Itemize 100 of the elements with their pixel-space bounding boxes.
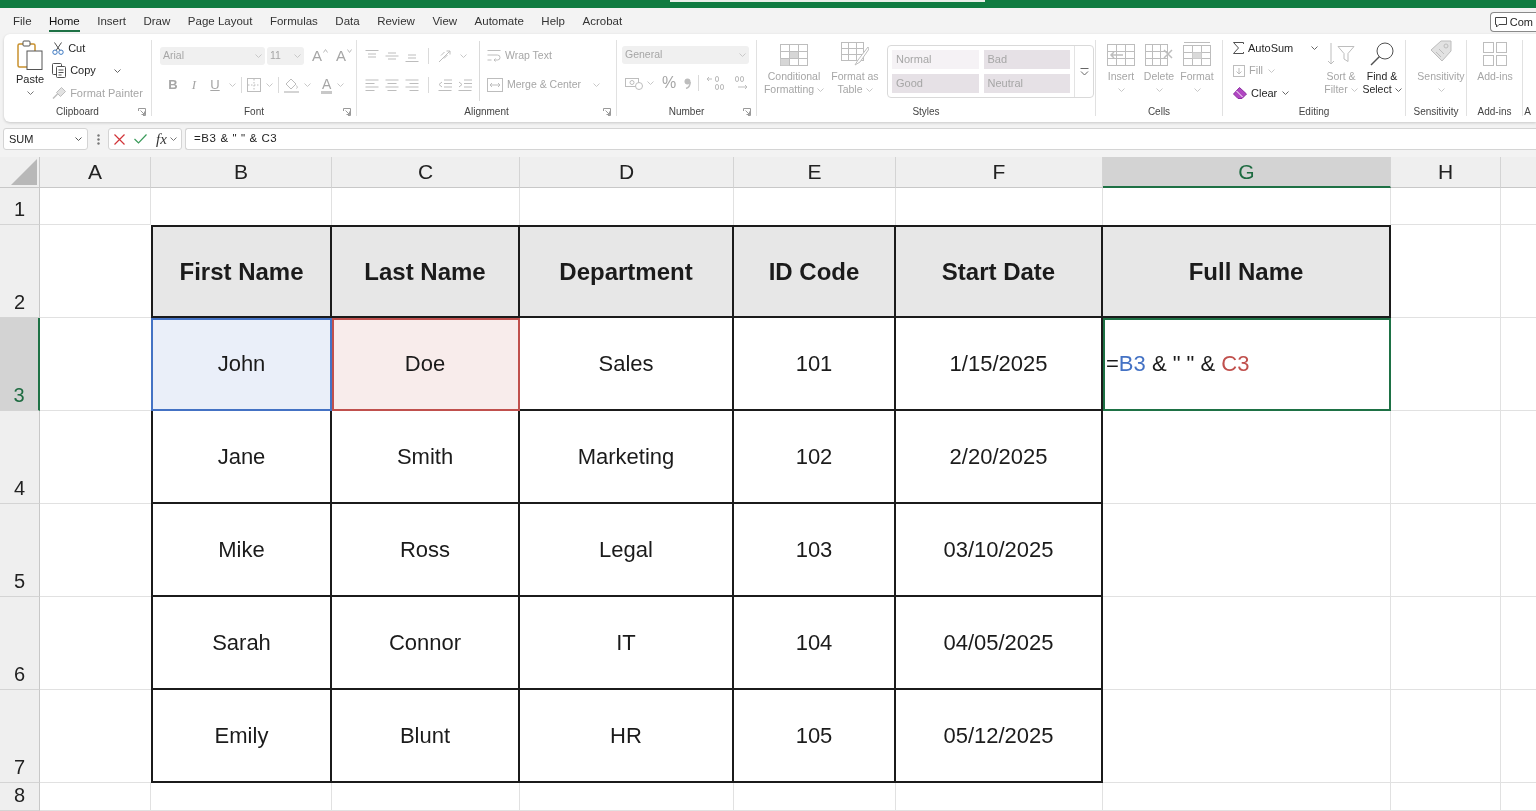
menu-tab[interactable]: Formulas <box>269 10 318 32</box>
table-cell: 102 <box>734 411 896 504</box>
caret-down-icon <box>1311 46 1319 50</box>
table-header-cell: Department <box>520 225 734 318</box>
menu-tab[interactable]: View <box>432 10 458 32</box>
menu-tab[interactable]: Page Layout <box>187 10 253 32</box>
table-cell: 1/15/2025 <box>896 318 1103 411</box>
column-header[interactable] <box>1501 157 1536 188</box>
table-brush-icon <box>841 42 869 66</box>
caret-down-icon <box>266 83 273 87</box>
clear-button[interactable]: Clear <box>1233 84 1321 102</box>
caret-down-icon <box>647 81 654 85</box>
column-header[interactable]: A <box>40 157 151 188</box>
eraser-icon <box>1233 87 1247 99</box>
table-cell: Legal <box>520 504 734 597</box>
row-header[interactable]: 4 <box>0 411 40 504</box>
comment-icon <box>1494 16 1507 28</box>
group-label: Font <box>244 105 264 118</box>
table-header-cell: First Name <box>151 225 332 318</box>
table-cell: Sales <box>520 318 734 411</box>
table-cell: 05/12/2025 <box>896 690 1103 783</box>
close-icon[interactable] <box>114 133 125 145</box>
caret-down-icon <box>739 53 746 57</box>
cut-button[interactable]: Cut <box>52 39 143 57</box>
row-header[interactable]: 3 <box>0 318 40 411</box>
caret-down-icon <box>304 83 311 87</box>
comments-button[interactable]: Com <box>1489 12 1536 32</box>
column-header[interactable]: D <box>520 157 734 188</box>
caret-down-icon <box>26 91 34 95</box>
caret-down-icon <box>1350 88 1358 93</box>
dialog-launcher-icon[interactable] <box>603 107 611 116</box>
column-header[interactable]: E <box>734 157 896 188</box>
scissors-icon <box>52 41 65 55</box>
table-header-cell: Start Date <box>896 225 1103 318</box>
caret-down-icon <box>865 88 873 93</box>
table-cell: Mike <box>151 504 332 597</box>
cell-editor[interactable]: =B3 & " " & C3 <box>1103 318 1391 411</box>
paintbrush-icon <box>52 87 67 99</box>
table-header-cell: Full Name <box>1103 225 1391 318</box>
insert-cells-icon <box>1107 44 1135 66</box>
table-cell: 101 <box>734 318 896 411</box>
table-cell: Connor <box>332 597 520 690</box>
search-icon <box>1370 42 1394 66</box>
dialog-launcher-icon[interactable] <box>343 107 351 116</box>
dialog-launcher-icon[interactable] <box>138 107 146 116</box>
group-label: A <box>1524 105 1531 118</box>
caret-down-icon <box>1394 88 1402 93</box>
menu-tab[interactable]: Insert <box>97 10 126 32</box>
name-box[interactable]: SUM <box>3 128 88 150</box>
menu-tab[interactable]: Data <box>335 10 360 32</box>
column-header[interactable]: B <box>151 157 332 188</box>
sigma-icon <box>1233 42 1244 54</box>
column-header[interactable]: C <box>332 157 520 188</box>
caret-up-icon <box>323 49 328 53</box>
paste-button[interactable]: Paste <box>16 39 45 104</box>
autosum-button[interactable]: AutoSum <box>1233 39 1321 57</box>
table-cell: Ross <box>332 504 520 597</box>
insert-function-button[interactable]: fx <box>156 131 167 147</box>
menu-tab[interactable]: File <box>13 10 32 32</box>
menu-tab[interactable]: Help <box>541 10 565 32</box>
group-label: Sensitivity <box>1413 105 1459 118</box>
caret-down-icon <box>229 83 236 87</box>
column-header[interactable]: F <box>896 157 1103 188</box>
menu-tab[interactable]: Automate <box>474 10 524 32</box>
table-cell: 03/10/2025 <box>896 504 1103 597</box>
check-icon[interactable] <box>134 134 147 144</box>
find-select-button[interactable]: Find & Select <box>1361 34 1403 104</box>
row-header[interactable]: 5 <box>0 504 40 597</box>
table-cell: 104 <box>734 597 896 690</box>
row-header[interactable]: 7 <box>0 690 40 783</box>
table-header-cell: Last Name <box>332 225 520 318</box>
menu-tab[interactable]: Home <box>49 10 80 32</box>
table-cell: Sarah <box>151 597 332 690</box>
row-header[interactable]: 2 <box>0 225 40 318</box>
menu-tab[interactable]: Acrobat <box>582 10 623 32</box>
caret-down-icon <box>817 88 825 93</box>
menu-tab[interactable]: Review <box>377 10 415 32</box>
table-cell: 103 <box>734 504 896 597</box>
caret-down-icon <box>1193 88 1201 92</box>
row-header[interactable]: 6 <box>0 597 40 690</box>
caret-down-icon <box>169 137 177 141</box>
table-cell: Blunt <box>332 690 520 783</box>
select-all-triangle-icon[interactable] <box>11 159 37 185</box>
wrap-text-icon <box>487 49 501 63</box>
table-cell: 105 <box>734 690 896 783</box>
gallery-more-icon[interactable] <box>1079 67 1089 76</box>
dialog-launcher-icon[interactable] <box>743 107 751 116</box>
formula-field[interactable]: =B3 & " " & C3 <box>185 128 1536 150</box>
row-header[interactable]: 1 <box>0 188 40 225</box>
row-header[interactable]: 8 <box>0 783 40 811</box>
menu-tab[interactable]: Draw <box>143 10 171 32</box>
column-header[interactable]: H <box>1391 157 1501 188</box>
table-cell: Doe <box>332 318 520 411</box>
table-cell: HR <box>520 690 734 783</box>
merge-cells-icon <box>487 78 503 92</box>
column-header[interactable]: G <box>1103 157 1391 188</box>
copy-button[interactable]: Copy <box>52 61 143 80</box>
group-label: Add-ins <box>1477 105 1512 118</box>
group-label: Cells <box>1147 105 1171 118</box>
caret-down-icon <box>255 54 262 58</box>
